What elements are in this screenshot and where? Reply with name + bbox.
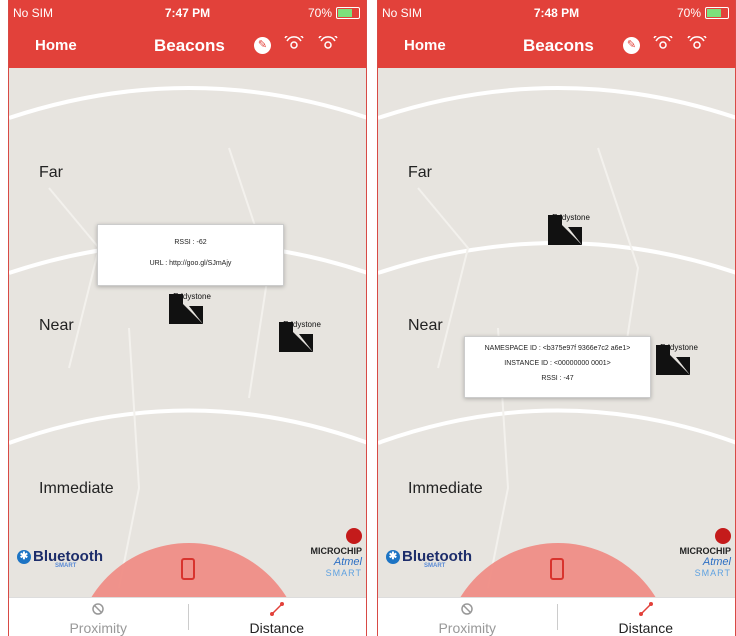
radar-alt-icon[interactable]	[686, 36, 708, 54]
nav-bar: No SIM 7:47 PM 70% Home Beacons ✎	[9, 0, 366, 68]
beacon-marker[interactable]: Eddystone	[277, 320, 327, 352]
nav-actions: ✎	[254, 36, 339, 54]
popup-namespace: NAMESPACE ID : <b375e97f 9366e7c2 a6e1>	[484, 345, 631, 352]
tab-proximity-label: Proximity	[69, 620, 128, 636]
home-button[interactable]: Home	[35, 37, 77, 54]
tab-distance[interactable]: Distance	[557, 598, 736, 636]
proximity-icon	[92, 603, 104, 615]
popup-instance: INSTANCE ID : <00000000 0001>	[504, 360, 611, 367]
popup-url: URL : http://goo.gl/SJmAjy	[149, 260, 232, 267]
phone-screen-1: No SIM 7:47 PM 70% Home Beacons ✎ Far Ne…	[8, 0, 367, 636]
bluetooth-logo: ✱ Bluetooth SMART	[17, 548, 103, 569]
popup-rssi: RSSI : -47	[541, 375, 574, 382]
bluetooth-logo: ✱ Bluetooth SMART	[386, 548, 472, 569]
radar-icon[interactable]	[283, 36, 305, 54]
battery-percent: 70%	[676, 6, 701, 20]
eddystone-icon	[279, 322, 313, 352]
beacon-marker[interactable]: Eddystone	[546, 213, 596, 245]
tab-distance[interactable]: Distance	[188, 598, 367, 636]
zone-immediate-label: Immediate	[39, 480, 114, 497]
wrench-icon[interactable]: ✎	[254, 36, 271, 54]
distance-icon	[269, 602, 284, 616]
beacon-info-popup: RSSI : -62 URL : http://goo.gl/SJmAjy	[97, 224, 284, 286]
page-title: Beacons	[154, 36, 225, 55]
tab-distance-label: Distance	[249, 620, 304, 636]
proximity-icon	[461, 603, 473, 615]
tab-proximity[interactable]: Proximity	[9, 598, 188, 636]
phone-screen-2: No SIM 7:48 PM 70% Home Beacons ✎ Far Ne…	[377, 0, 736, 636]
tab-bar: Proximity Distance	[378, 597, 735, 636]
status-bar: No SIM 7:48 PM 70%	[378, 6, 735, 24]
status-bar: No SIM 7:47 PM 70%	[9, 6, 366, 24]
microchip-icon	[346, 528, 362, 544]
status-right: 70%	[308, 6, 360, 20]
page-title: Beacons	[523, 36, 594, 55]
zone-near-label: Near	[39, 317, 74, 334]
beacon-map: Far Near Immediate Eddystone NAMESPACE I…	[378, 68, 735, 598]
microchip-logo: MICROCHIP Atmel SMART	[680, 528, 731, 578]
battery-icon	[336, 7, 360, 19]
bluetooth-icon: ✱	[17, 550, 31, 565]
eddystone-icon	[548, 215, 582, 245]
microchip-logo: MICROCHIP Atmel SMART	[311, 528, 362, 578]
microchip-icon	[715, 528, 731, 544]
zone-far-label: Far	[408, 164, 432, 181]
distance-icon	[638, 602, 653, 616]
beacon-map: Far Near Immediate RSSI : -62 URL : http…	[9, 68, 366, 598]
tab-bar: Proximity Distance	[9, 597, 366, 636]
status-right: 70%	[677, 6, 729, 20]
nav-bar: No SIM 7:48 PM 70% Home Beacons ✎	[378, 0, 735, 68]
eddystone-icon	[656, 345, 690, 375]
radar-alt-icon[interactable]	[317, 36, 339, 54]
phone-icon	[550, 558, 564, 580]
eddystone-icon	[169, 294, 203, 324]
battery-percent: 70%	[307, 6, 332, 20]
tab-proximity[interactable]: Proximity	[378, 598, 557, 636]
zone-immediate-label: Immediate	[408, 480, 483, 497]
beacon-marker[interactable]: Eddystone	[167, 292, 217, 324]
battery-icon	[705, 7, 729, 19]
tab-proximity-label: Proximity	[438, 620, 497, 636]
radar-icon[interactable]	[652, 36, 674, 54]
home-button[interactable]: Home	[404, 37, 446, 54]
beacon-info-popup: NAMESPACE ID : <b375e97f 9366e7c2 a6e1> …	[464, 336, 651, 398]
beacon-marker[interactable]: Eddystone	[654, 343, 704, 375]
zone-near-label: Near	[408, 317, 443, 334]
bluetooth-icon: ✱	[386, 550, 400, 565]
nav-actions: ✎	[623, 36, 708, 54]
tab-distance-label: Distance	[618, 620, 673, 636]
zone-far-label: Far	[39, 164, 63, 181]
popup-rssi: RSSI : -62	[174, 239, 207, 246]
phone-icon	[181, 558, 195, 580]
wrench-icon[interactable]: ✎	[623, 36, 640, 54]
